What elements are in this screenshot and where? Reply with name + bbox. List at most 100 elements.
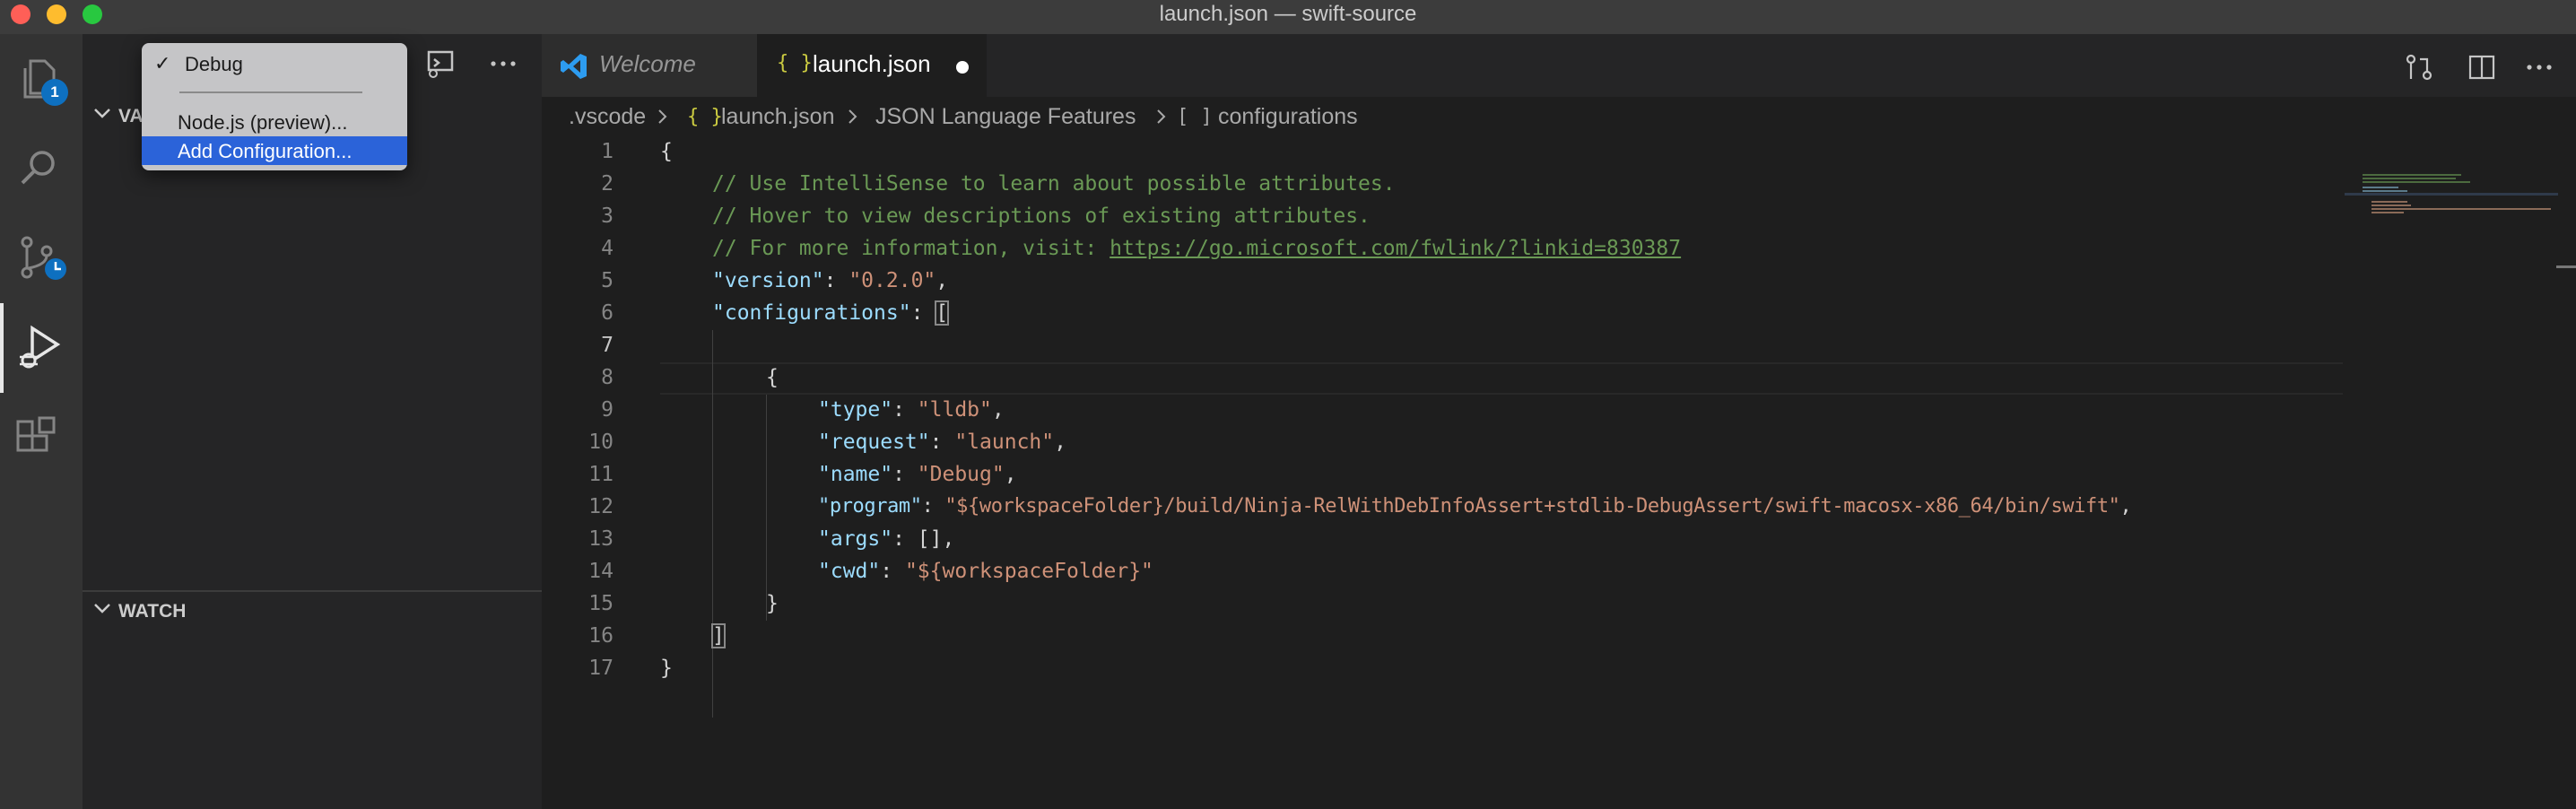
chevron-right-icon — [1157, 109, 1166, 124]
search-icon — [21, 151, 55, 185]
line-number: 4 — [601, 237, 614, 260]
code-text: // Hover to view descriptions of existin… — [712, 204, 1371, 228]
dropdown-item-add-configuration[interactable]: Add Configuration... — [142, 136, 407, 165]
array-icon: [ ] — [1177, 106, 1213, 128]
split-editor-icon[interactable] — [2467, 52, 2497, 83]
code-text: // For more information, visit: https://… — [712, 237, 1682, 260]
code-text: "version": "0.2.0", — [712, 269, 949, 292]
code-line: 16 ] — [542, 621, 2576, 653]
code-text: ] — [711, 623, 726, 648]
code-text: "cwd": "${workspaceFolder}" — [818, 560, 1153, 583]
title-bar: launch.json — swift-source — [0, 0, 2576, 34]
line-number: 6 — [601, 301, 614, 325]
scrollbar-marker[interactable] — [2556, 265, 2576, 268]
source-control-icon — [21, 236, 66, 280]
json-file-icon: { } — [687, 106, 723, 128]
code-line: 3 // Hover to view descriptions of exist… — [542, 201, 2576, 233]
chevron-down-icon — [94, 109, 110, 118]
breadcrumb-item-json-language-features[interactable]: JSON Language Features — [875, 104, 1136, 130]
tab-welcome[interactable]: Welcome — [542, 34, 757, 97]
fwlink-link[interactable]: https://go.microsoft.com/fwlink/?linkid=… — [1110, 237, 1681, 260]
code-line: 2 // Use IntelliSense to learn about pos… — [542, 169, 2576, 201]
code-line: 5 "version": "0.2.0", — [542, 265, 2576, 298]
variables-section-label: VA — [118, 106, 144, 126]
matched-bracket: ] — [711, 623, 726, 648]
more-actions-icon[interactable] — [488, 48, 518, 79]
line-number: 5 — [601, 269, 614, 292]
code-line: 1 { — [542, 136, 2576, 169]
code-line: 12 "program": "${workspaceFolder}/build/… — [542, 491, 2576, 524]
line-number: 8 — [601, 366, 614, 389]
extensions-icon — [16, 416, 56, 452]
line-number: 12 — [588, 495, 614, 518]
line-number: 10 — [588, 431, 614, 454]
vscode-icon — [561, 54, 587, 79]
code-text: "args": [], — [818, 527, 955, 551]
code-line: 15 } — [542, 588, 2576, 621]
run-debug-icon — [20, 325, 61, 369]
line-number: 1 — [601, 140, 614, 163]
launch-configuration-dropdown[interactable]: ✓ Debug Node.js (preview)... Add Configu… — [142, 43, 407, 170]
line-number: 11 — [588, 463, 614, 486]
dropdown-item-debug[interactable]: ✓ Debug — [149, 48, 400, 79]
line-number: 13 — [588, 527, 614, 551]
explorer-badge: 1 — [41, 79, 68, 106]
code-line: 9 "type": "lldb", — [542, 395, 2576, 427]
line-number: 15 — [588, 592, 614, 615]
dropdown-item-label: Debug — [185, 53, 243, 75]
activity-search[interactable] — [0, 124, 83, 213]
dropdown-item-label: Node.js (preview)... — [178, 111, 348, 134]
breadcrumb-item-configurations[interactable]: configurations — [1218, 104, 1358, 130]
code-line: 11 "name": "Debug", — [542, 459, 2576, 491]
code-line: 8 { — [542, 362, 2576, 395]
more-actions-icon[interactable] — [2524, 52, 2554, 83]
code-line: 17 } — [542, 653, 2576, 685]
code-text: } — [660, 657, 673, 680]
minimap[interactable] — [2345, 136, 2560, 217]
line-number: 2 — [601, 172, 614, 196]
line-number: 9 — [601, 398, 614, 422]
tab-label: launch.json — [813, 50, 931, 77]
debug-console-icon[interactable] — [425, 48, 456, 79]
open-changes-icon[interactable] — [2404, 52, 2434, 83]
line-number: 14 — [588, 560, 614, 583]
code-text: "program": "${workspaceFolder}/build/Nin… — [818, 495, 2132, 518]
code-line: 14 "cwd": "${workspaceFolder}" — [542, 556, 2576, 588]
breadcrumb: .vscode { } launch.json JSON Language Fe… — [542, 97, 2576, 136]
selected-check-icon: ✓ — [154, 52, 171, 74]
code-text: // Use IntelliSense to learn about possi… — [712, 172, 1396, 196]
code-line: 10 "request": "launch", — [542, 427, 2576, 459]
activity-bar: 1 — [0, 34, 83, 809]
code-text: } — [766, 592, 779, 615]
unsaved-changes-dot[interactable] — [956, 61, 969, 74]
line-number: 3 — [601, 204, 614, 228]
dropdown-item-label: Add Configuration... — [178, 140, 352, 162]
code-text: "configurations": [ — [712, 300, 950, 326]
line-number: 7 — [601, 334, 614, 357]
code-line: 7 — [542, 330, 2576, 362]
tab-label: Welcome — [599, 50, 696, 77]
code-text: { — [660, 140, 673, 163]
code-text: { — [766, 366, 779, 389]
breadcrumb-item-launch-json[interactable]: launch.json — [721, 104, 834, 130]
watch-section-header[interactable]: WATCH — [83, 590, 542, 630]
code-text: "name": "Debug", — [818, 463, 1017, 486]
activity-source-control[interactable] — [0, 213, 83, 303]
dropdown-item-nodejs[interactable]: Node.js (preview)... — [149, 108, 400, 136]
chevron-right-icon — [658, 109, 667, 124]
tab-launch-json[interactable]: { } launch.json — [757, 34, 987, 97]
code-line: 4 // For more information, visit: https:… — [542, 233, 2576, 265]
dropdown-separator — [179, 91, 362, 93]
code-editor[interactable]: 1 { 2 // Use IntelliSense to learn about… — [542, 136, 2576, 809]
breadcrumb-item-vscode[interactable]: .vscode — [569, 104, 646, 130]
editor-area: Welcome { } launch.json .vscode { } laun… — [542, 34, 2576, 809]
watch-section-label: WATCH — [118, 601, 187, 622]
activity-explorer[interactable]: 1 — [0, 34, 83, 124]
line-number: 16 — [588, 624, 614, 648]
activity-extensions[interactable] — [0, 393, 83, 483]
window-title: launch.json — swift-source — [1159, 2, 1417, 26]
chevron-down-icon — [94, 604, 110, 613]
chevron-right-icon — [849, 109, 857, 124]
code-text: "request": "launch", — [818, 431, 1066, 454]
activity-run-and-debug[interactable] — [0, 303, 83, 393]
